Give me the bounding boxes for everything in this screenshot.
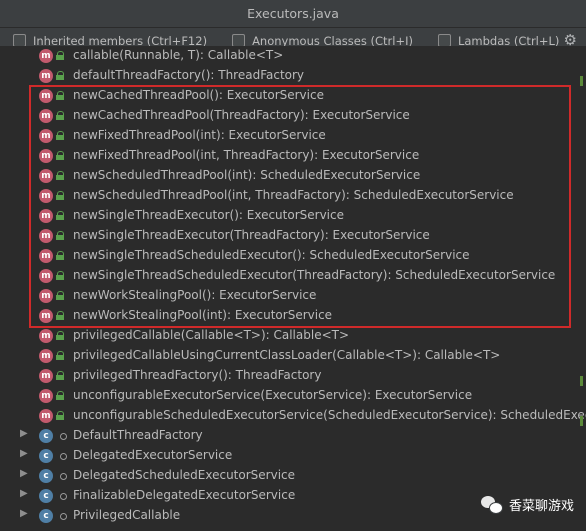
expand-arrow-icon[interactable]: ▶ xyxy=(20,448,28,459)
package-private-icon xyxy=(60,513,67,520)
method-row[interactable]: m privilegedCallableUsingCurrentClassLoad… xyxy=(0,346,586,366)
method-label: privilegedCallable(Callable<T>): Callabl… xyxy=(73,328,350,342)
package-private-icon xyxy=(60,453,67,460)
expand-arrow-icon[interactable]: ▶ xyxy=(20,428,28,439)
package-private-icon xyxy=(60,433,67,440)
method-icon: m xyxy=(39,329,53,343)
method-row[interactable]: m privilegedCallable(Callable<T>): Callab… xyxy=(0,326,586,346)
expand-arrow-icon[interactable]: ▶ xyxy=(20,488,28,499)
method-label: privilegedCallableUsingCurrentClassLoade… xyxy=(73,348,501,362)
class-icon: c xyxy=(39,509,53,523)
method-label: callable(Runnable, T): Callable<T> xyxy=(73,48,284,62)
method-row[interactable]: m privilegedThreadFactory(): ThreadFactor… xyxy=(0,366,586,386)
package-private-icon xyxy=(60,493,67,500)
package-private-icon xyxy=(60,473,67,480)
window-title-bar: Executors.java xyxy=(0,0,586,28)
lock-icon xyxy=(56,51,64,60)
watermark-text: 香菜聊游戏 xyxy=(508,499,574,514)
lock-icon xyxy=(56,371,64,380)
method-icon: m xyxy=(39,369,53,383)
method-row[interactable]: m unconfigurableExecutorService(ExecutorS… xyxy=(0,386,586,406)
class-icon: c xyxy=(39,449,53,463)
lock-icon xyxy=(56,331,64,340)
class-label: PrivilegedCallable xyxy=(73,508,181,522)
scroll-marker xyxy=(580,376,583,386)
lock-icon xyxy=(56,411,64,420)
lock-icon xyxy=(56,351,64,360)
class-label: DelegatedScheduledExecutorService xyxy=(73,468,296,482)
method-icon: m xyxy=(39,349,53,363)
method-row[interactable]: m unconfigurableScheduledExecutorService(… xyxy=(0,406,586,426)
method-icon: m xyxy=(39,409,53,423)
method-label: defaultThreadFactory(): ThreadFactory xyxy=(73,68,305,82)
method-label: unconfigurableExecutorService(ExecutorSe… xyxy=(73,388,473,402)
highlight-box xyxy=(29,85,571,328)
method-row[interactable]: m callable(Runnable, T): Callable<T> xyxy=(0,46,586,66)
class-label: FinalizableDelegatedExecutorService xyxy=(73,488,296,502)
lock-icon xyxy=(56,391,64,400)
watermark: 香菜聊游戏 xyxy=(480,495,574,514)
scroll-marker xyxy=(580,416,583,426)
lock-icon xyxy=(56,71,64,80)
method-icon: m xyxy=(39,389,53,403)
method-row[interactable]: m defaultThreadFactory(): ThreadFactory xyxy=(0,66,586,86)
method-label: privilegedThreadFactory(): ThreadFactory xyxy=(73,368,322,382)
method-icon: m xyxy=(39,49,53,63)
class-label: DefaultThreadFactory xyxy=(73,428,203,442)
class-row[interactable]: ▶ c DelegatedScheduledExecutorService xyxy=(0,466,586,486)
method-label: unconfigurableScheduledExecutorService(S… xyxy=(73,408,586,422)
method-icon: m xyxy=(39,69,53,83)
window-title: Executors.java xyxy=(247,6,339,21)
expand-arrow-icon[interactable]: ▶ xyxy=(20,468,28,479)
class-icon: c xyxy=(39,469,53,483)
class-icon: c xyxy=(39,489,53,503)
expand-arrow-icon[interactable]: ▶ xyxy=(20,508,28,519)
class-row[interactable]: ▶ c DelegatedExecutorService xyxy=(0,446,586,466)
class-icon: c xyxy=(39,429,53,443)
scroll-marker xyxy=(580,76,583,86)
class-label: DelegatedExecutorService xyxy=(73,448,233,462)
chat-bubble-icon xyxy=(480,495,503,514)
class-row[interactable]: ▶ c DefaultThreadFactory xyxy=(0,426,586,446)
